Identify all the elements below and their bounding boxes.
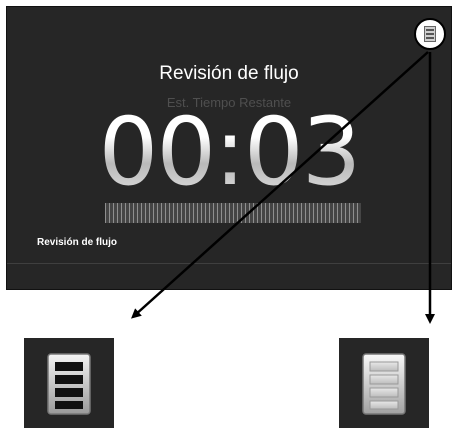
footer-label: Revisión de flujo bbox=[37, 237, 118, 248]
bottom-divider bbox=[7, 263, 451, 264]
screen-title: Revisión de flujo bbox=[159, 63, 299, 84]
progress-fill bbox=[105, 203, 361, 223]
menu-icon-filled bbox=[362, 353, 406, 415]
display-screen: Revisión de flujo Est. Tiempo Restante 0… bbox=[6, 6, 452, 290]
menu-icon-zoom-filled bbox=[339, 338, 429, 428]
menu-button[interactable] bbox=[414, 18, 446, 50]
progress-bar bbox=[105, 203, 361, 223]
menu-icon bbox=[424, 26, 436, 42]
menu-icon-zoom-outline bbox=[24, 338, 114, 428]
menu-icon-outline bbox=[47, 353, 91, 415]
countdown-timer: 00:03 bbox=[7, 99, 451, 207]
